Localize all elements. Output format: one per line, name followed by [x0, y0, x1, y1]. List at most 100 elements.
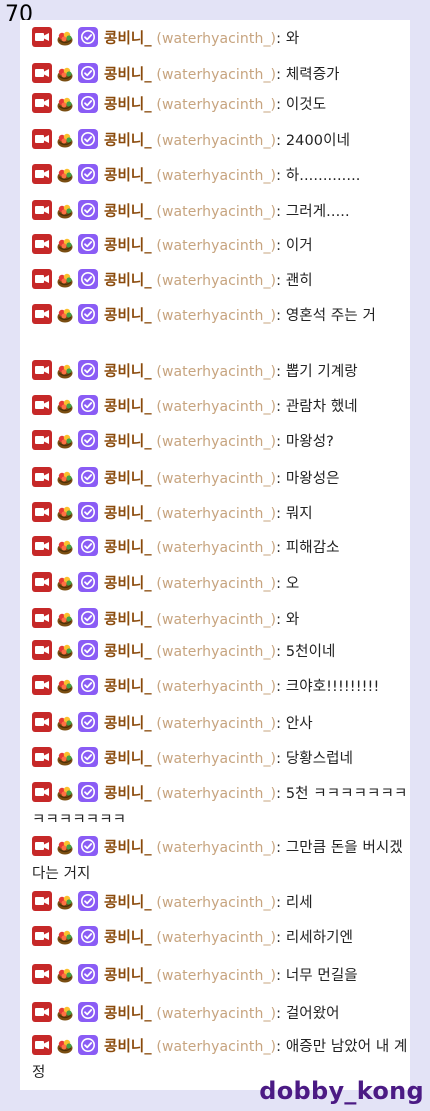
chat-nickname[interactable]: 콩비니_ — [104, 840, 152, 856]
fruit-basket-icon[interactable] — [55, 234, 75, 254]
chat-nickname[interactable]: 콩비니_ — [104, 506, 152, 522]
fruit-basket-icon[interactable] — [55, 1002, 75, 1022]
chat-login[interactable]: (waterhyacinth_) — [156, 31, 276, 47]
chat-nickname[interactable]: 콩비니_ — [104, 97, 152, 113]
chat-nickname[interactable]: 콩비니_ — [104, 434, 152, 450]
camera-icon[interactable] — [32, 836, 52, 856]
camera-icon[interactable] — [32, 536, 52, 556]
fruit-basket-icon[interactable] — [55, 430, 75, 450]
verified-check-icon[interactable] — [78, 93, 98, 113]
fruit-basket-icon[interactable] — [55, 395, 75, 415]
camera-icon[interactable] — [32, 63, 52, 83]
chat-login[interactable]: (waterhyacinth_) — [156, 612, 276, 628]
fruit-basket-icon[interactable] — [55, 502, 75, 522]
chat-nickname[interactable]: 콩비니_ — [104, 968, 152, 984]
verified-check-icon[interactable] — [78, 712, 98, 732]
chat-login[interactable]: (waterhyacinth_) — [156, 364, 276, 380]
chat-login[interactable]: (waterhyacinth_) — [156, 751, 276, 767]
chat-login[interactable]: (waterhyacinth_) — [156, 204, 276, 220]
chat-nickname[interactable]: 콩비니_ — [104, 1006, 152, 1022]
fruit-basket-icon[interactable] — [55, 467, 75, 487]
chat-nickname[interactable]: 콩비니_ — [104, 716, 152, 732]
camera-icon[interactable] — [32, 430, 52, 450]
fruit-basket-icon[interactable] — [55, 536, 75, 556]
verified-check-icon[interactable] — [78, 1035, 98, 1055]
verified-check-icon[interactable] — [78, 129, 98, 149]
chat-login[interactable]: (waterhyacinth_) — [156, 540, 276, 556]
camera-icon[interactable] — [32, 129, 52, 149]
fruit-basket-icon[interactable] — [55, 891, 75, 911]
camera-icon[interactable] — [32, 200, 52, 220]
chat-nickname[interactable]: 콩비니_ — [104, 471, 152, 487]
verified-check-icon[interactable] — [78, 200, 98, 220]
camera-icon[interactable] — [32, 164, 52, 184]
fruit-basket-icon[interactable] — [55, 675, 75, 695]
fruit-basket-icon[interactable] — [55, 712, 75, 732]
fruit-basket-icon[interactable] — [55, 964, 75, 984]
camera-icon[interactable] — [32, 93, 52, 113]
verified-check-icon[interactable] — [78, 572, 98, 592]
chat-nickname[interactable]: 콩비니_ — [104, 1039, 152, 1055]
verified-check-icon[interactable] — [78, 782, 98, 802]
verified-check-icon[interactable] — [78, 926, 98, 946]
verified-check-icon[interactable] — [78, 27, 98, 47]
fruit-basket-icon[interactable] — [55, 27, 75, 47]
chat-nickname[interactable]: 콩비니_ — [104, 273, 152, 289]
fruit-basket-icon[interactable] — [55, 269, 75, 289]
fruit-basket-icon[interactable] — [55, 63, 75, 83]
chat-login[interactable]: (waterhyacinth_) — [156, 576, 276, 592]
fruit-basket-icon[interactable] — [55, 164, 75, 184]
verified-check-icon[interactable] — [78, 608, 98, 628]
chat-login[interactable]: (waterhyacinth_) — [156, 679, 276, 695]
verified-check-icon[interactable] — [78, 63, 98, 83]
chat-nickname[interactable]: 콩비니_ — [104, 204, 152, 220]
fruit-basket-icon[interactable] — [55, 360, 75, 380]
camera-icon[interactable] — [32, 269, 52, 289]
camera-icon[interactable] — [32, 395, 52, 415]
camera-icon[interactable] — [32, 1002, 52, 1022]
chat-login[interactable]: (waterhyacinth_) — [156, 133, 276, 149]
chat-login[interactable]: (waterhyacinth_) — [156, 786, 276, 802]
camera-icon[interactable] — [32, 27, 52, 47]
chat-login[interactable]: (waterhyacinth_) — [156, 1039, 276, 1055]
fruit-basket-icon[interactable] — [55, 129, 75, 149]
camera-icon[interactable] — [32, 964, 52, 984]
verified-check-icon[interactable] — [78, 395, 98, 415]
chat-login[interactable]: (waterhyacinth_) — [156, 273, 276, 289]
verified-check-icon[interactable] — [78, 1002, 98, 1022]
fruit-basket-icon[interactable] — [55, 782, 75, 802]
fruit-basket-icon[interactable] — [55, 640, 75, 660]
chat-login[interactable]: (waterhyacinth_) — [156, 716, 276, 732]
chat-login[interactable]: (waterhyacinth_) — [156, 506, 276, 522]
verified-check-icon[interactable] — [78, 640, 98, 660]
verified-check-icon[interactable] — [78, 747, 98, 767]
verified-check-icon[interactable] — [78, 430, 98, 450]
chat-login[interactable]: (waterhyacinth_) — [156, 968, 276, 984]
chat-nickname[interactable]: 콩비니_ — [104, 751, 152, 767]
camera-icon[interactable] — [32, 782, 52, 802]
chat-nickname[interactable]: 콩비니_ — [104, 364, 152, 380]
chat-nickname[interactable]: 콩비니_ — [104, 168, 152, 184]
fruit-basket-icon[interactable] — [55, 93, 75, 113]
chat-login[interactable]: (waterhyacinth_) — [156, 644, 276, 660]
chat-nickname[interactable]: 콩비니_ — [104, 576, 152, 592]
fruit-basket-icon[interactable] — [55, 747, 75, 767]
chat-nickname[interactable]: 콩비니_ — [104, 31, 152, 47]
chat-nickname[interactable]: 콩비니_ — [104, 133, 152, 149]
fruit-basket-icon[interactable] — [55, 1035, 75, 1055]
camera-icon[interactable] — [32, 675, 52, 695]
verified-check-icon[interactable] — [78, 836, 98, 856]
chat-nickname[interactable]: 콩비니_ — [104, 238, 152, 254]
fruit-basket-icon[interactable] — [55, 926, 75, 946]
camera-icon[interactable] — [32, 640, 52, 660]
fruit-basket-icon[interactable] — [55, 608, 75, 628]
chat-login[interactable]: (waterhyacinth_) — [156, 238, 276, 254]
chat-nickname[interactable]: 콩비니_ — [104, 644, 152, 660]
verified-check-icon[interactable] — [78, 891, 98, 911]
verified-check-icon[interactable] — [78, 536, 98, 556]
camera-icon[interactable] — [32, 572, 52, 592]
chat-nickname[interactable]: 콩비니_ — [104, 540, 152, 556]
chat-nickname[interactable]: 콩비니_ — [104, 895, 152, 911]
camera-icon[interactable] — [32, 608, 52, 628]
verified-check-icon[interactable] — [78, 964, 98, 984]
